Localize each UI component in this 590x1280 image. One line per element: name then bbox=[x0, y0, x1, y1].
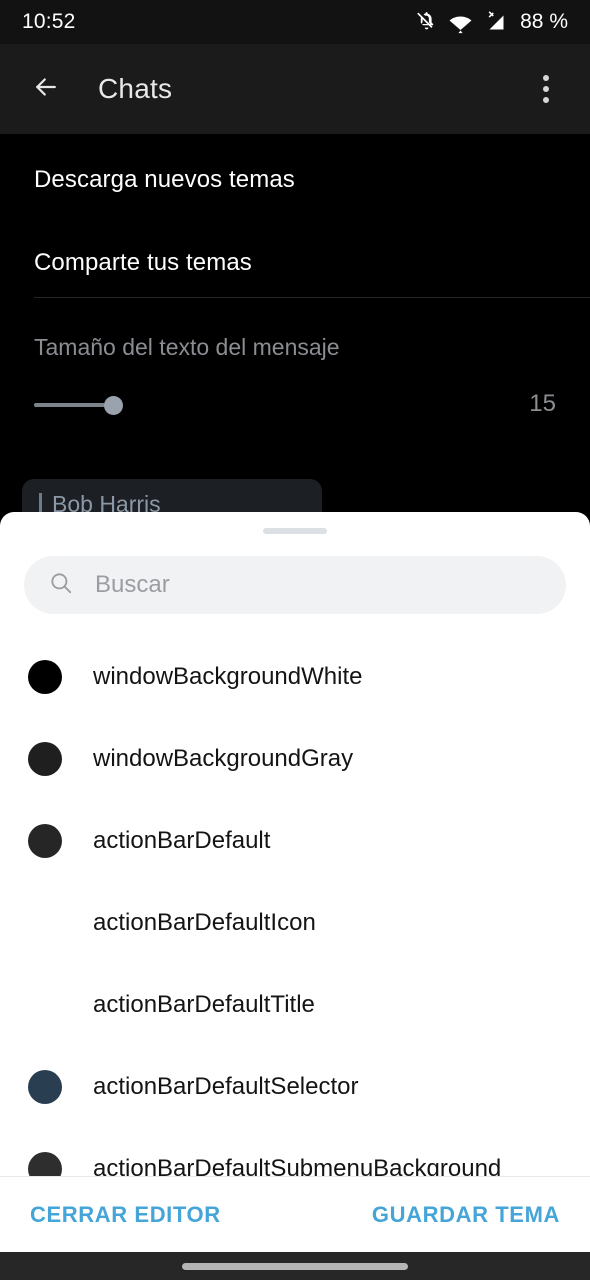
save-theme-button[interactable]: GUARDAR TEMA bbox=[372, 1202, 560, 1228]
color-key-label: actionBarDefaultTitle bbox=[93, 991, 315, 1018]
color-key-label: actionBarDefault bbox=[93, 827, 271, 854]
list-item[interactable]: actionBarDefaultIcon bbox=[0, 882, 590, 964]
text-size-slider-thumb[interactable] bbox=[104, 396, 123, 415]
text-size-slider-row: 15 bbox=[0, 390, 590, 420]
system-navigation-bar bbox=[0, 1252, 590, 1280]
color-swatch[interactable] bbox=[28, 660, 62, 694]
wifi-icon bbox=[448, 10, 473, 34]
sheet-drag-handle[interactable] bbox=[263, 528, 327, 534]
color-swatch[interactable] bbox=[28, 742, 62, 776]
color-key-label: actionBarDefaultSubmenuBackground bbox=[93, 1155, 502, 1178]
setting-text-size-label: Tamaño del texto del mensaje bbox=[34, 334, 340, 360]
settings-content: Descarga nuevos temas Comparte tus temas… bbox=[0, 134, 590, 539]
color-key-label: windowBackgroundGray bbox=[93, 745, 354, 772]
search-placeholder-text: Buscar bbox=[95, 571, 170, 598]
color-swatch[interactable] bbox=[28, 824, 62, 858]
sheet-footer: CERRAR EDITOR GUARDAR TEMA bbox=[0, 1176, 590, 1252]
list-item[interactable]: actionBarDefaultSubmenuBackground bbox=[0, 1128, 590, 1178]
status-bar-clock: 10:52 bbox=[22, 10, 76, 33]
list-item[interactable]: actionBarDefault bbox=[0, 800, 590, 882]
phone-screen: 10:52 88 % Chats Descarga nuevos temas C… bbox=[0, 0, 590, 1280]
search-icon bbox=[48, 570, 74, 601]
color-swatch[interactable] bbox=[28, 988, 62, 1022]
status-bar: 10:52 88 % bbox=[0, 0, 590, 44]
color-swatch[interactable] bbox=[28, 906, 62, 940]
more-vertical-icon[interactable] bbox=[524, 65, 568, 113]
list-item[interactable]: actionBarDefaultTitle bbox=[0, 964, 590, 1046]
setting-download-themes[interactable]: Descarga nuevos temas bbox=[34, 166, 295, 194]
list-item[interactable]: actionBarDefaultSelector bbox=[0, 1046, 590, 1128]
overflow-dot bbox=[543, 86, 549, 92]
status-bar-icons: 88 % bbox=[414, 10, 568, 34]
color-swatch[interactable] bbox=[28, 1070, 62, 1104]
setting-share-themes[interactable]: Comparte tus temas bbox=[34, 249, 252, 277]
overflow-dot bbox=[543, 75, 549, 81]
color-key-label: actionBarDefaultSelector bbox=[93, 1073, 359, 1100]
action-bar: Chats bbox=[0, 44, 590, 134]
list-item[interactable]: windowBackgroundGray bbox=[0, 718, 590, 800]
theme-color-list[interactable]: windowBackgroundWhite windowBackgroundGr… bbox=[0, 636, 590, 1178]
text-size-value: 15 bbox=[529, 390, 556, 417]
overflow-dot bbox=[543, 97, 549, 103]
arrow-back-icon bbox=[31, 72, 61, 107]
signal-no-sim-icon bbox=[483, 10, 508, 34]
close-editor-button[interactable]: CERRAR EDITOR bbox=[30, 1202, 221, 1228]
color-key-label: actionBarDefaultIcon bbox=[93, 909, 316, 936]
battery-percentage: 88 % bbox=[520, 10, 568, 33]
notifications-off-icon bbox=[414, 10, 438, 34]
page-title: Chats bbox=[98, 73, 173, 104]
section-divider bbox=[34, 297, 590, 298]
search-input[interactable]: Buscar bbox=[24, 556, 566, 614]
color-key-label: windowBackgroundWhite bbox=[93, 663, 363, 690]
theme-editor-bottom-sheet: Buscar windowBackgroundWhite windowBackg… bbox=[0, 512, 590, 1252]
list-item[interactable]: windowBackgroundWhite bbox=[0, 636, 590, 718]
back-button[interactable] bbox=[22, 65, 70, 113]
gesture-pill[interactable] bbox=[182, 1262, 408, 1270]
color-swatch[interactable] bbox=[28, 1152, 62, 1178]
